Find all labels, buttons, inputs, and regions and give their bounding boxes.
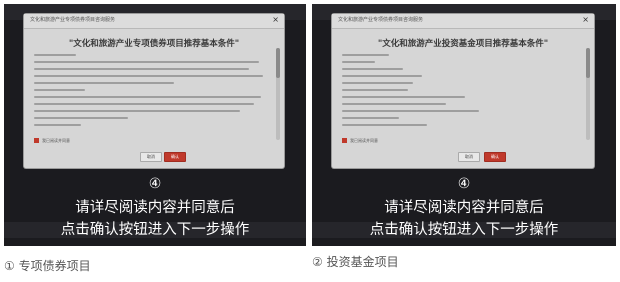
terms-dialog: 文化和旅游产业专项债券项目咨询服务 × "文化和旅游产业投资基金项目推荐基本条件…: [332, 14, 594, 168]
terms-body-text: [342, 54, 578, 134]
confirm-button[interactable]: 确认: [164, 152, 186, 162]
terms-dialog: 文化和旅游产业专项债券项目咨询服务 × "文化和旅游产业专项债券项目推荐基本条件…: [24, 14, 284, 168]
close-icon[interactable]: ×: [582, 15, 589, 25]
dialog-title: 文化和旅游产业专项债券项目咨询服务: [30, 17, 116, 23]
cancel-button[interactable]: 取消: [458, 152, 480, 162]
checkbox-icon[interactable]: [342, 138, 347, 143]
scrollbar-thumb[interactable]: [276, 48, 280, 78]
dialog-scrollbar[interactable]: [586, 48, 590, 140]
dialog-scrollbar[interactable]: [276, 48, 280, 140]
agree-label: 我已阅读并同意: [350, 137, 378, 143]
terms-heading: "文化和旅游产业专项债券项目推荐基本条件": [68, 39, 240, 49]
instruction-line-2: 点击确认按钮进入下一步操作: [60, 222, 250, 238]
terms-body-text: [34, 54, 268, 134]
agree-checkbox-row[interactable]: 我已阅读并同意: [342, 137, 378, 144]
caption-investment-fund: ② 投资基金项目: [312, 255, 399, 269]
instruction-line-1: 请详尽阅读内容并同意后: [75, 200, 235, 216]
close-icon[interactable]: ×: [272, 15, 279, 25]
scrollbar-thumb[interactable]: [586, 48, 590, 78]
terms-heading: "文化和旅游产业投资基金项目推荐基本条件": [377, 39, 549, 49]
agree-checkbox-row[interactable]: 我已阅读并同意: [34, 137, 70, 144]
step-number: ④: [148, 176, 162, 192]
dialog-title: 文化和旅游产业专项债券项目咨询服务: [338, 17, 424, 23]
instruction-line-1: 请详尽阅读内容并同意后: [384, 200, 544, 216]
step-number: ④: [457, 176, 471, 192]
screenshot-panel-investment-fund: 文化和旅游产业专项债券项目咨询服务 × "文化和旅游产业投资基金项目推荐基本条件…: [312, 4, 616, 246]
agree-label: 我已阅读并同意: [42, 137, 70, 143]
cancel-button[interactable]: 取消: [140, 152, 162, 162]
confirm-button[interactable]: 确认: [484, 152, 506, 162]
checkbox-icon[interactable]: [34, 138, 39, 143]
dialog-header: 文化和旅游产业专项债券项目咨询服务 ×: [24, 14, 284, 29]
instruction-line-2: 点击确认按钮进入下一步操作: [369, 222, 559, 238]
screenshot-panel-special-bond: 文化和旅游产业专项债券项目咨询服务 × "文化和旅游产业专项债券项目推荐基本条件…: [4, 4, 306, 246]
caption-special-bond: ① 专项债券项目: [4, 259, 91, 273]
dialog-header: 文化和旅游产业专项债券项目咨询服务 ×: [332, 14, 594, 29]
